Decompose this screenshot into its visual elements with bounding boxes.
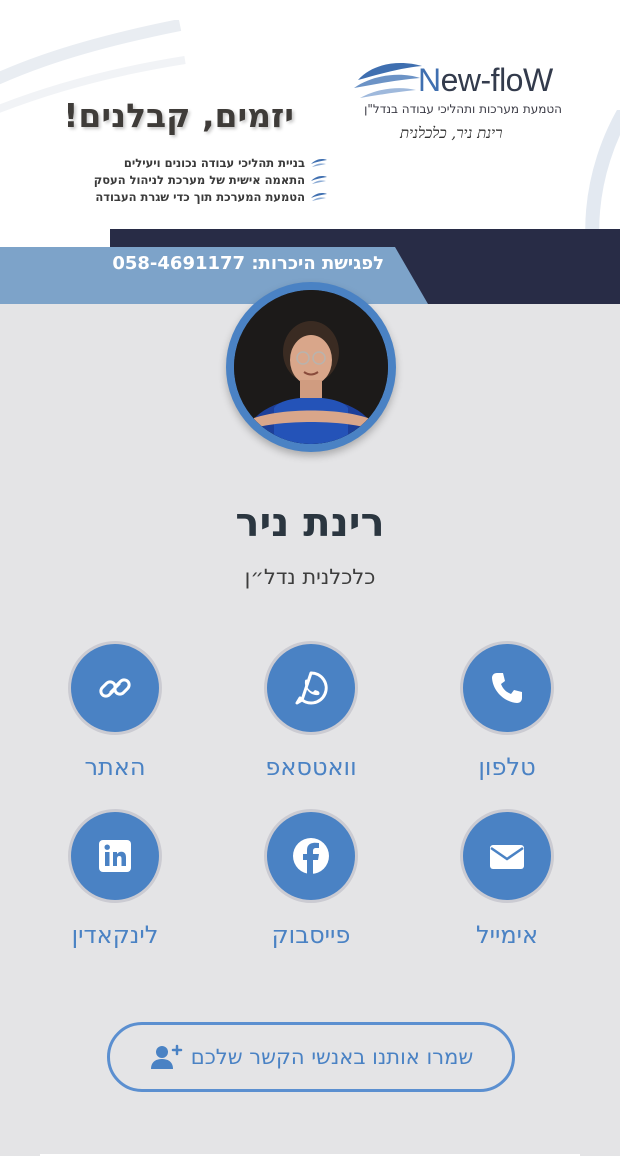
whatsapp-label: וואטסאפ — [265, 753, 357, 781]
save-contact-button[interactable]: שמרו אותנו באנשי הקשר שלכם — [107, 1022, 515, 1092]
logo-signature: רינת ניר, כלכלנית — [400, 124, 503, 142]
link-icon — [99, 678, 131, 698]
website-button[interactable]: האתר — [35, 641, 195, 791]
phone-button[interactable]: טלפון — [427, 641, 587, 791]
save-contact-label: שמרו אותנו באנשי הקשר שלכם — [190, 1045, 474, 1069]
list-item-text: בניית תהליכי עבודה נכונים ויעילים — [123, 155, 305, 170]
phone-circle[interactable] — [460, 641, 554, 735]
logo-subtitle: הטמעת מערכות ותהליכי עבודה בנדל"ן — [364, 102, 562, 116]
profile-title: כלכלנית נדל״ן — [244, 565, 376, 589]
whatsapp-button[interactable]: וואטסאפ — [231, 641, 391, 791]
email-icon — [490, 845, 524, 869]
website-circle[interactable] — [68, 641, 162, 735]
logo-wings-icon — [354, 62, 422, 98]
list-item-text: התאמה אישית של מערכת לניהול העסק — [93, 172, 305, 187]
email-label: אימייל — [475, 921, 539, 949]
meeting-phone-text[interactable]: לפגישת היכרות: 058-4691177 — [112, 253, 384, 274]
whatsapp-circle[interactable] — [264, 641, 358, 735]
avatar — [226, 282, 396, 452]
feature-list: בניית תהליכי עבודה נכונים ויעילים התאמה … — [94, 154, 328, 205]
wing-bullet-icon — [311, 175, 327, 184]
linkedin-circle[interactable] — [68, 809, 162, 903]
linkedin-label: לינקאדין — [71, 921, 159, 949]
add-user-icon — [150, 1044, 183, 1069]
phone-label: טלפון — [478, 753, 536, 781]
company-logo: New-floW הטמעת מערכות ותהליכי עבודה בנדל… — [352, 58, 572, 158]
profile-portrait-icon — [234, 290, 388, 444]
list-item: בניית תהליכי עבודה נכונים ויעילים — [94, 154, 328, 171]
list-item: התאמה אישית של מערכת לניהול העסק — [94, 171, 328, 188]
linkedin-icon — [99, 840, 131, 872]
website-label: האתר — [84, 753, 146, 781]
headline: יזמים, קבלנים! — [63, 96, 294, 135]
linkedin-button[interactable]: לינקאדין — [35, 809, 195, 959]
email-circle[interactable] — [460, 809, 554, 903]
email-button[interactable]: אימייל — [427, 809, 587, 959]
list-item-text: הטמעת המערכת תוך כדי שגרת העבודה — [95, 189, 305, 204]
logo-wordmark: New-floW — [418, 62, 553, 98]
profile-name: רינת ניר — [235, 500, 385, 546]
facebook-circle[interactable] — [264, 809, 358, 903]
list-item: הטמעת המערכת תוך כדי שגרת העבודה — [94, 188, 328, 205]
wing-bullet-icon — [311, 192, 327, 201]
facebook-icon — [293, 838, 329, 874]
facebook-label: פייסבוק — [271, 921, 351, 949]
phone-icon — [492, 673, 522, 703]
profile-photo — [234, 290, 388, 444]
whatsapp-icon — [295, 671, 328, 705]
header-banner: New-floW הטמעת מערכות ותהליכי עבודה בנדל… — [0, 0, 620, 304]
facebook-button[interactable]: פייסבוק — [231, 809, 391, 959]
wing-bullet-icon — [311, 158, 327, 167]
